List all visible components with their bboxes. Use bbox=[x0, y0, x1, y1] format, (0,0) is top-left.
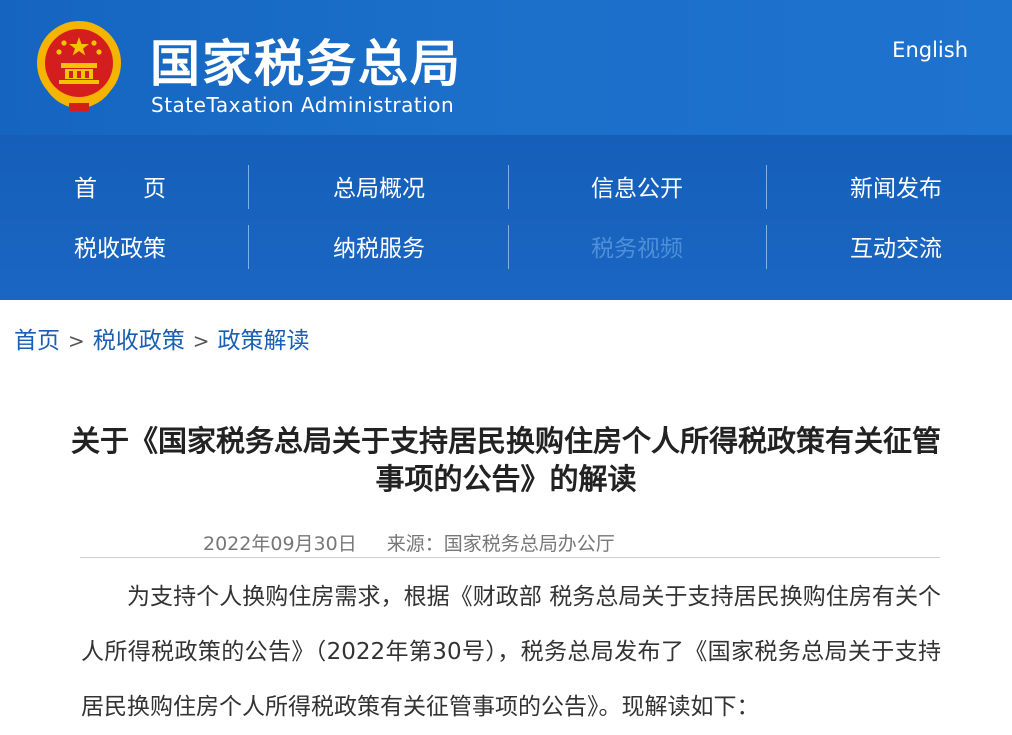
nav-item-video[interactable]: 税务视频 bbox=[591, 227, 831, 271]
breadcrumb-tax-policy[interactable]: 税收政策 bbox=[93, 328, 185, 354]
source-name: 国家税务总局办公厅 bbox=[443, 533, 615, 555]
article-paragraph: 为支持个人换购住房需求，根据《财政部 税务总局关于支持居民换购住房有关个人所得税… bbox=[81, 584, 941, 720]
breadcrumb: 首页 > 税收政策 > 政策解读 bbox=[14, 324, 310, 358]
article-title: 关于《国家税务总局关于支持居民换购住房个人所得税政策有关征管事项的公告》的解读 bbox=[70, 424, 941, 496]
source-label: 来源： bbox=[386, 533, 444, 555]
site-title: 国家税务总局 bbox=[150, 35, 462, 93]
breadcrumb-policy-interpretation[interactable]: 政策解读 bbox=[218, 328, 310, 354]
nav-item-about[interactable]: 总局概况 bbox=[333, 167, 573, 211]
nav-divider bbox=[248, 165, 249, 209]
site-header: 国家税务总局 StateTaxation Administration Engl… bbox=[0, 0, 1012, 135]
breadcrumb-home[interactable]: 首页 bbox=[14, 328, 60, 354]
nav-divider bbox=[508, 165, 509, 209]
publish-date: 2022年09月30日 bbox=[203, 533, 357, 555]
english-link[interactable]: English bbox=[892, 36, 968, 64]
nav-divider bbox=[508, 225, 509, 269]
nav-item-info[interactable]: 信息公开 bbox=[591, 167, 831, 211]
nav-item-home[interactable]: 首 页 bbox=[74, 167, 314, 211]
nav-item-news[interactable]: 新闻发布 bbox=[850, 167, 1012, 211]
meta-divider bbox=[80, 557, 940, 558]
article-meta: 2022年09月30日 来源：国家税务总局办公厅 bbox=[203, 530, 615, 558]
nav-divider bbox=[766, 225, 767, 269]
main-nav: 首 页 总局概况 信息公开 新闻发布 税收政策 纳税服务 税务视频 互动交流 bbox=[0, 135, 1012, 300]
nav-divider bbox=[766, 165, 767, 209]
nav-item-policy[interactable]: 税收政策 bbox=[74, 227, 314, 271]
breadcrumb-separator: > bbox=[192, 329, 210, 353]
nav-item-service[interactable]: 纳税服务 bbox=[333, 227, 573, 271]
nav-item-interact[interactable]: 互动交流 bbox=[850, 227, 1012, 271]
breadcrumb-separator: > bbox=[68, 329, 85, 353]
national-emblem-icon[interactable] bbox=[33, 19, 125, 115]
nav-divider bbox=[248, 225, 249, 269]
site-subtitle: StateTaxation Administration bbox=[151, 93, 455, 117]
